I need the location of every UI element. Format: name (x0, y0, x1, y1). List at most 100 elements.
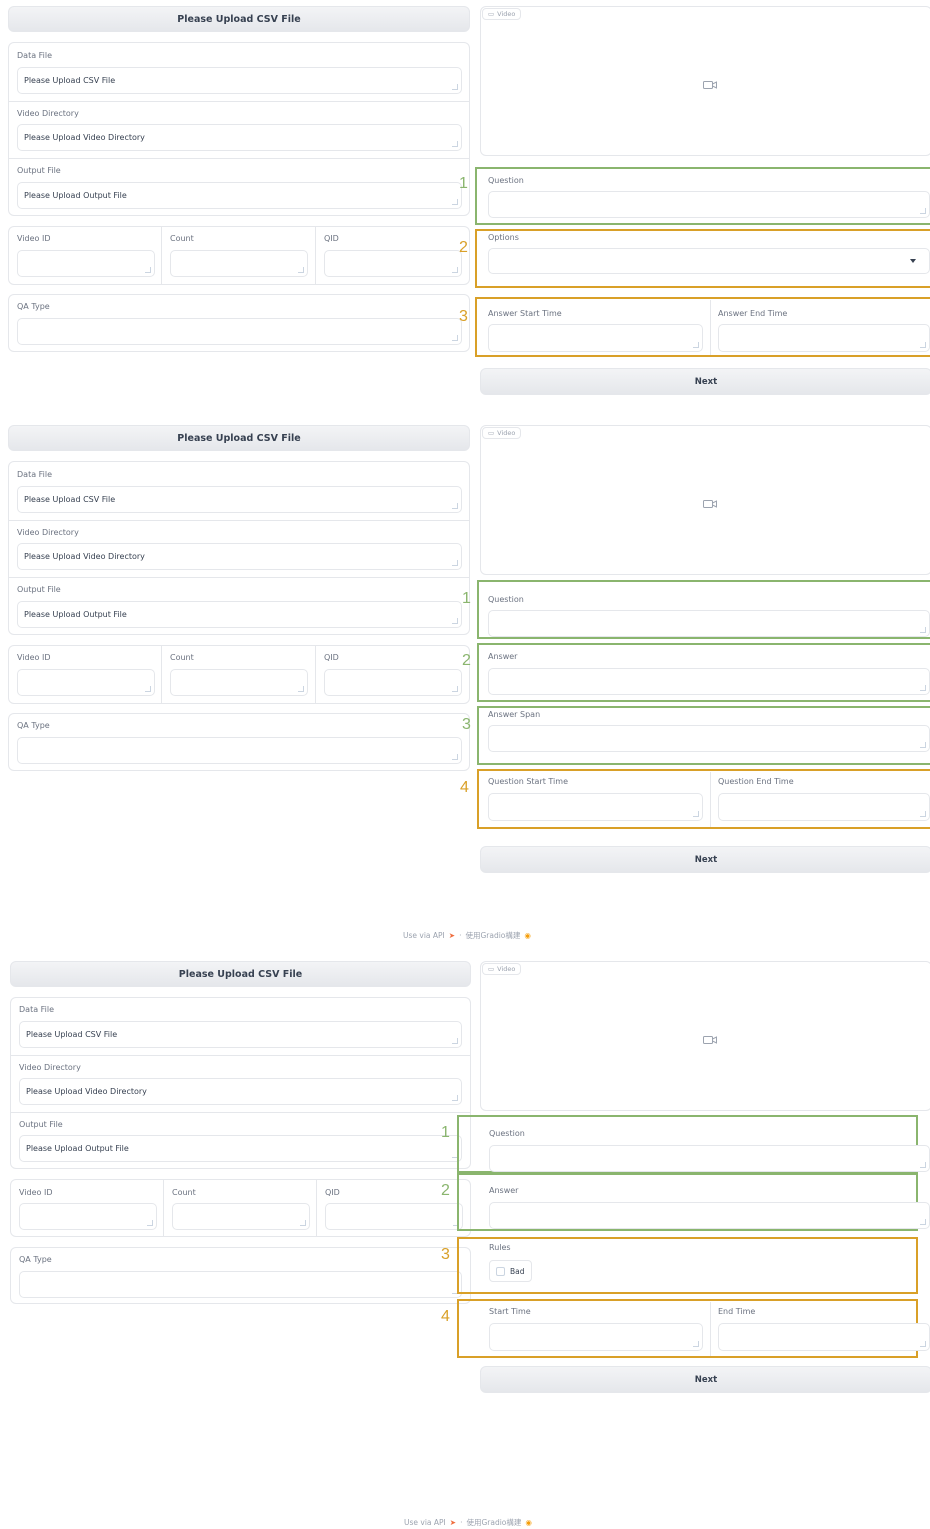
video-id-label: Video ID (17, 234, 51, 243)
upload-csv-button[interactable]: Please Upload CSV File (10, 961, 471, 987)
video-id-label: Video ID (19, 1188, 53, 1197)
video-id-input[interactable] (19, 1203, 157, 1230)
qa-type-label: QA Type (19, 1255, 52, 1264)
checkbox[interactable] (496, 1266, 505, 1276)
question-label: Question (488, 176, 524, 185)
divider (710, 772, 711, 827)
video-directory-value: Please Upload Video Directory (24, 552, 145, 561)
data-file-value: Please Upload CSV File (26, 1030, 118, 1039)
divider (161, 646, 162, 703)
qid-input[interactable] (325, 1203, 463, 1230)
count-input[interactable] (172, 1203, 310, 1230)
data-file-value: Please Upload CSV File (24, 76, 116, 85)
answer-span-label: Answer Span (488, 710, 541, 719)
video-id-input[interactable] (17, 669, 155, 696)
qid-input[interactable] (324, 250, 462, 277)
video-tag-label: Video (497, 429, 516, 437)
end-time-label: End Time (718, 1307, 756, 1316)
built-with-gradio-link[interactable]: 使用Gradio構建 (465, 930, 520, 941)
divider (161, 227, 162, 284)
next-button[interactable]: Next (480, 368, 930, 395)
data-file-value: Please Upload CSV File (24, 495, 116, 504)
built-with-gradio-link[interactable]: 使用Gradio構建 (466, 1517, 521, 1528)
output-file-label: Output File (19, 1120, 63, 1129)
data-file-label: Data File (19, 1005, 55, 1014)
video-id-input[interactable] (17, 250, 155, 277)
question-input[interactable] (488, 191, 930, 218)
caret-down-icon (910, 259, 916, 263)
count-label: Count (170, 653, 194, 662)
answer-start-time-input[interactable] (488, 324, 703, 352)
gradio-logo-icon: ◉ (524, 931, 531, 940)
upload-csv-button[interactable]: Please Upload CSV File (8, 425, 470, 451)
footer-separator: · (459, 931, 462, 940)
video-camera-icon (703, 494, 717, 508)
divider (710, 1302, 711, 1356)
video-tag-label: Video (497, 965, 516, 973)
data-file-field[interactable]: Please Upload CSV File (17, 486, 462, 513)
gradio-logo-icon: ◉ (525, 1518, 532, 1527)
video-directory-field[interactable]: Please Upload Video Directory (17, 543, 462, 570)
divider (9, 158, 469, 159)
annotation-number: 3 (459, 308, 468, 325)
video-camera-icon (703, 75, 717, 89)
annotation-number: 4 (460, 779, 469, 796)
count-input[interactable] (170, 250, 308, 277)
answer-input[interactable] (488, 668, 930, 695)
options-dropdown[interactable] (488, 248, 930, 274)
end-time-input[interactable] (718, 1323, 930, 1351)
qa-type-input[interactable] (19, 1271, 462, 1298)
count-label: Count (172, 1188, 196, 1197)
output-file-label: Output File (17, 585, 61, 594)
footer: Use via API ➤ · 使用Gradio構建 ◉ (403, 930, 531, 941)
output-file-field[interactable]: Please Upload Output File (17, 182, 462, 209)
upload-csv-button[interactable]: Please Upload CSV File (8, 6, 470, 32)
answer-end-time-input[interactable] (718, 324, 930, 352)
use-via-api-link[interactable]: Use via API (404, 1518, 446, 1527)
output-file-field[interactable]: Please Upload Output File (17, 601, 462, 628)
qa-type-input[interactable] (17, 737, 462, 764)
qa-type-input[interactable] (17, 318, 462, 345)
footer-separator: · (460, 1518, 463, 1527)
qid-input[interactable] (324, 669, 462, 696)
next-button[interactable]: Next (480, 1366, 930, 1393)
output-file-value: Please Upload Output File (24, 610, 127, 619)
answer-span-input[interactable] (488, 725, 930, 752)
count-input[interactable] (170, 669, 308, 696)
annotation-number: 1 (441, 1124, 450, 1141)
data-file-field[interactable]: Please Upload CSV File (17, 67, 462, 94)
output-file-value: Please Upload Output File (24, 191, 127, 200)
footer: Use via API ➤ · 使用Gradio構建 ◉ (404, 1517, 532, 1528)
divider (11, 1055, 470, 1056)
question-input[interactable] (488, 610, 930, 637)
video-camera-icon: ▭ (488, 10, 495, 18)
question-input[interactable] (489, 1145, 930, 1172)
annotation-number: 3 (462, 716, 471, 733)
annotation-number: 2 (441, 1182, 450, 1199)
data-file-label: Data File (17, 470, 53, 479)
answer-end-time-label: Answer End Time (718, 309, 788, 318)
question-start-time-input[interactable] (488, 793, 703, 821)
video-camera-icon: ▭ (488, 965, 495, 973)
start-time-input[interactable] (489, 1323, 703, 1351)
video-tag: ▭ Video (482, 963, 522, 975)
divider (710, 300, 711, 355)
answer-input[interactable] (489, 1202, 930, 1229)
output-file-field[interactable]: Please Upload Output File (19, 1135, 462, 1162)
question-end-time-input[interactable] (718, 793, 930, 821)
question-label: Question (489, 1129, 525, 1138)
video-directory-field[interactable]: Please Upload Video Directory (17, 124, 462, 151)
output-file-value: Please Upload Output File (26, 1144, 129, 1153)
use-via-api-link[interactable]: Use via API (403, 931, 445, 940)
annotation-number: 1 (459, 175, 468, 192)
video-directory-label: Video Directory (19, 1063, 81, 1072)
question-end-time-label: Question End Time (718, 777, 794, 786)
bad-label: Bad (510, 1266, 525, 1276)
video-directory-field[interactable]: Please Upload Video Directory (19, 1078, 462, 1105)
bad-checkbox-option[interactable]: Bad (489, 1260, 532, 1282)
video-directory-value: Please Upload Video Directory (24, 133, 145, 142)
annotation-number: 2 (462, 652, 471, 669)
data-file-field[interactable]: Please Upload CSV File (19, 1021, 462, 1048)
answer-label: Answer (488, 652, 518, 661)
next-button[interactable]: Next (480, 846, 930, 873)
